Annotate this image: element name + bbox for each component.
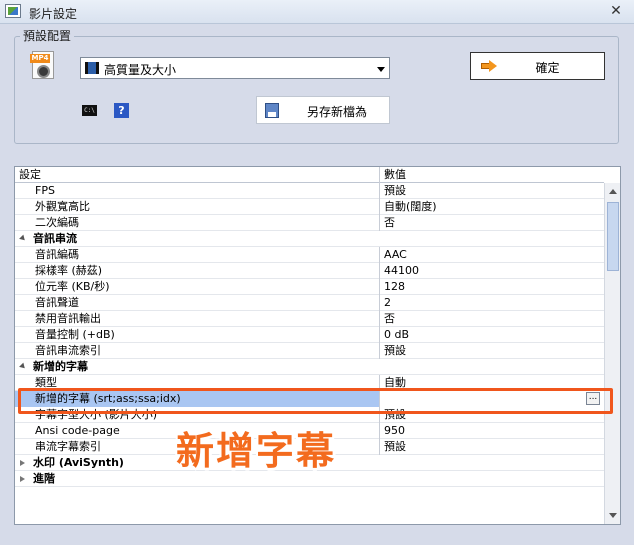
- grid-row[interactable]: 音量控制 (+dB) 0 dB: [15, 327, 604, 343]
- setting-name: FPS: [35, 184, 55, 197]
- command-prompt-icon[interactable]: C:\: [82, 105, 97, 116]
- annotation-label: 新增字幕: [176, 429, 337, 473]
- setting-value[interactable]: 否: [379, 311, 604, 327]
- setting-value[interactable]: 預設: [379, 343, 604, 359]
- setting-name: 音訊聲道: [35, 296, 79, 309]
- ok-button[interactable]: 確定: [470, 52, 605, 80]
- ok-button-label: 確定: [535, 61, 560, 75]
- setting-value[interactable]: 44100: [379, 263, 604, 279]
- help-icon[interactable]: ?: [114, 103, 129, 118]
- preset-group-label: 預設配置: [20, 27, 75, 44]
- setting-value[interactable]: 128: [379, 279, 604, 295]
- grid-row[interactable]: 採樣率 (赫茲) 44100: [15, 263, 604, 279]
- scroll-down-icon[interactable]: [609, 513, 617, 518]
- grid-row[interactable]: 音訊串流索引 預設: [15, 343, 604, 359]
- setting-value[interactable]: 預設: [379, 183, 604, 199]
- highlight-frame: [18, 388, 613, 414]
- setting-name: 外觀寬高比: [35, 200, 90, 213]
- setting-name: 二次編碼: [35, 216, 79, 229]
- setting-name: 音訊編碼: [35, 248, 79, 261]
- grid-row[interactable]: 音訊編碼 AAC: [15, 247, 604, 263]
- save-as-label: 另存新檔為: [306, 105, 367, 119]
- category-added-subtitles[interactable]: 新增的字幕: [15, 359, 604, 375]
- grid-row[interactable]: 二次編碼 否: [15, 215, 604, 231]
- grid-row[interactable]: FPS 預設: [15, 183, 604, 199]
- setting-value[interactable]: 否: [379, 215, 604, 231]
- title-bar: 影片設定 ✕: [0, 0, 634, 24]
- setting-value[interactable]: 0 dB: [379, 327, 604, 343]
- column-header-value: 數值: [379, 167, 604, 183]
- setting-name: 採樣率 (赫茲): [35, 264, 103, 277]
- category-label: 音訊串流: [33, 232, 77, 245]
- setting-value[interactable]: 950: [379, 423, 604, 439]
- setting-value[interactable]: 預設: [379, 439, 604, 455]
- chevron-down-icon: [377, 67, 385, 72]
- scrollbar-thumb[interactable]: [607, 202, 619, 271]
- grid-row[interactable]: 外觀寬高比 自動(闊度): [15, 199, 604, 215]
- setting-name: 位元率 (KB/秒): [35, 280, 110, 293]
- grid-row[interactable]: 禁用音訊輸出 否: [15, 311, 604, 327]
- save-as-button[interactable]: 另存新檔為: [256, 96, 390, 124]
- close-icon[interactable]: ✕: [608, 3, 624, 19]
- setting-value[interactable]: 自動(闊度): [379, 199, 604, 215]
- preset-dropdown[interactable]: 高質量及大小: [80, 57, 390, 79]
- column-header-setting: 設定: [19, 168, 41, 181]
- setting-name: 音訊串流索引: [35, 344, 101, 357]
- category-label: 新增的字幕: [33, 360, 88, 373]
- setting-value[interactable]: 2: [379, 295, 604, 311]
- app-icon: [5, 4, 21, 18]
- setting-value[interactable]: AAC: [379, 247, 604, 263]
- setting-name: 音量控制 (+dB): [35, 328, 115, 341]
- grid-row[interactable]: 位元率 (KB/秒) 128: [15, 279, 604, 295]
- grid-header: 設定 數值: [15, 167, 604, 183]
- grid-row[interactable]: 音訊聲道 2: [15, 295, 604, 311]
- setting-name: 禁用音訊輸出: [35, 312, 101, 325]
- mp4-file-icon: MP4: [30, 51, 56, 81]
- category-audio-stream[interactable]: 音訊串流: [15, 231, 604, 247]
- floppy-disk-icon: [265, 103, 279, 118]
- window-title: 影片設定: [29, 7, 78, 21]
- film-icon: [85, 62, 99, 74]
- vertical-scrollbar[interactable]: [604, 183, 620, 524]
- preset-selected-value: 高質量及大小: [104, 63, 177, 77]
- scroll-up-icon[interactable]: [609, 189, 617, 194]
